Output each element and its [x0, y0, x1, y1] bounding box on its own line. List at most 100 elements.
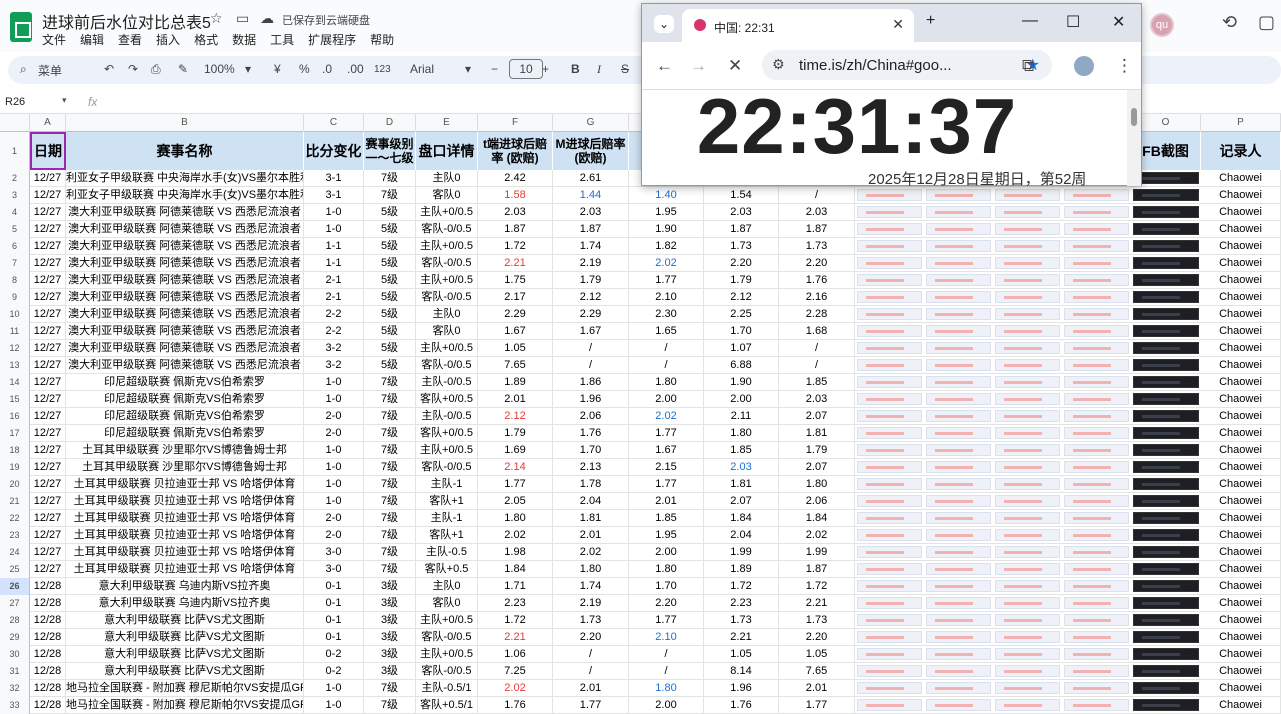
screenshot-thumbnail[interactable]: [857, 614, 922, 626]
cell-i[interactable]: 2.03: [704, 459, 779, 476]
url-field[interactable]: ⚙ time.is/zh/China#goo... ★: [762, 50, 1052, 80]
cell-g[interactable]: 1.86: [553, 374, 629, 391]
tab-time[interactable]: 中国: 22:31 ✕: [682, 9, 914, 42]
cell-date[interactable]: 12/27: [30, 442, 66, 459]
back-icon[interactable]: ←: [656, 56, 673, 76]
cell-level[interactable]: 5级: [364, 306, 416, 323]
cell-hc[interactable]: 客队-0/0.5: [416, 289, 478, 306]
cell-i[interactable]: 2.23: [704, 595, 779, 612]
cell-score[interactable]: 0-1: [304, 612, 364, 629]
cell-i[interactable]: 8.14: [704, 663, 779, 680]
cell-score[interactable]: 2-0: [304, 527, 364, 544]
cell-g[interactable]: 2.29: [553, 306, 629, 323]
cell-event[interactable]: 澳大利亚甲级联赛 阿德莱德联 VS 西悉尼流浪者: [66, 306, 304, 323]
cell-level[interactable]: 3级: [364, 629, 416, 646]
screenshot-thumbnail[interactable]: [857, 461, 922, 473]
cell-level[interactable]: 7级: [364, 493, 416, 510]
fb-screenshot-thumbnail[interactable]: [1133, 359, 1199, 371]
cell-hc[interactable]: 主队+0/0.5: [416, 442, 478, 459]
cell-h[interactable]: 2.00: [629, 391, 704, 408]
cell-recorder[interactable]: Chaowei: [1201, 578, 1281, 595]
cell-score[interactable]: 2-1: [304, 272, 364, 289]
column-header-B[interactable]: B: [66, 114, 304, 132]
screenshot-thumbnail[interactable]: [926, 223, 991, 235]
cell-event[interactable]: 意大利甲级联赛 比萨VS尤文图斯: [66, 612, 304, 629]
cell-j[interactable]: 2.06: [779, 493, 855, 510]
cell-hc[interactable]: 主队-0.5/1: [416, 680, 478, 697]
cell-f[interactable]: 1.67: [478, 323, 553, 340]
cell-event[interactable]: 土耳其甲级联赛 贝拉迪亚士邦 VS 哈塔伊体育: [66, 561, 304, 578]
cell-level[interactable]: 5级: [364, 357, 416, 374]
screenshot-thumbnail[interactable]: [857, 427, 922, 439]
cell-i[interactable]: 1.79: [704, 272, 779, 289]
row-number[interactable]: 26: [0, 578, 30, 595]
cell-event[interactable]: 土耳其甲级联赛 贝拉迪亚士邦 VS 哈塔伊体育: [66, 476, 304, 493]
screenshot-thumbnail[interactable]: [995, 359, 1060, 371]
menu-1[interactable]: 编辑: [80, 31, 104, 48]
row-number[interactable]: 25: [0, 561, 30, 578]
cell-recorder[interactable]: Chaowei: [1201, 459, 1281, 476]
bold-icon[interactable]: B: [571, 62, 580, 76]
cell-j[interactable]: /: [779, 357, 855, 374]
cell-date[interactable]: 12/28: [30, 578, 66, 595]
row-number[interactable]: 9: [0, 289, 30, 306]
cell-j[interactable]: 2.20: [779, 255, 855, 272]
cell-f[interactable]: 1.77: [478, 476, 553, 493]
cell-j[interactable]: 2.03: [779, 204, 855, 221]
cell-hc[interactable]: 主队+0/0.5: [416, 238, 478, 255]
cell-hc[interactable]: 主队-1: [416, 510, 478, 527]
cell-event[interactable]: 澳大利亚甲级联赛 阿德莱德联 VS 西悉尼流浪者: [66, 289, 304, 306]
cell-h[interactable]: 1.77: [629, 476, 704, 493]
font-select[interactable]: Arial: [410, 62, 434, 76]
screenshot-thumbnail[interactable]: [857, 189, 922, 201]
row-number[interactable]: 16: [0, 408, 30, 425]
row-number[interactable]: 23: [0, 527, 30, 544]
fb-screenshot-thumbnail[interactable]: [1133, 580, 1199, 592]
cell-score[interactable]: 1-0: [304, 391, 364, 408]
screenshot-thumbnail[interactable]: [1064, 291, 1129, 303]
cell-date[interactable]: 12/27: [30, 544, 66, 561]
cell-h[interactable]: 1.80: [629, 680, 704, 697]
currency-button[interactable]: ¥: [274, 62, 281, 76]
cell-h[interactable]: 2.00: [629, 544, 704, 561]
cell-score[interactable]: 1-1: [304, 238, 364, 255]
cell-f[interactable]: 1.06: [478, 646, 553, 663]
cell-level[interactable]: 5级: [364, 204, 416, 221]
cell-hc[interactable]: 客队0: [416, 595, 478, 612]
cell-score[interactable]: 3-0: [304, 561, 364, 578]
fb-screenshot-thumbnail[interactable]: [1133, 325, 1199, 337]
cell-f[interactable]: 2.17: [478, 289, 553, 306]
row-number[interactable]: 8: [0, 272, 30, 289]
screenshot-thumbnail[interactable]: [926, 257, 991, 269]
screenshot-thumbnail[interactable]: [857, 308, 922, 320]
cell-score[interactable]: 3-2: [304, 340, 364, 357]
fb-screenshot-thumbnail[interactable]: [1133, 308, 1199, 320]
cell-level[interactable]: 7级: [364, 510, 416, 527]
cell-g[interactable]: 1.80: [553, 561, 629, 578]
cell-level[interactable]: 7级: [364, 187, 416, 204]
cell-i[interactable]: 1.99: [704, 544, 779, 561]
cell-date[interactable]: 12/27: [30, 255, 66, 272]
cell-g[interactable]: 2.19: [553, 595, 629, 612]
cell-h[interactable]: 1.95: [629, 204, 704, 221]
cell-recorder[interactable]: Chaowei: [1201, 680, 1281, 697]
cell-g[interactable]: 2.12: [553, 289, 629, 306]
cell-i[interactable]: 1.72: [704, 578, 779, 595]
cell-event[interactable]: 利亚女子甲级联赛 中央海岸水手(女)VS墨尔本胜利: [66, 187, 304, 204]
cell-level[interactable]: 7级: [364, 527, 416, 544]
cell-j[interactable]: 2.07: [779, 459, 855, 476]
cell-event[interactable]: 印尼超级联赛 佩斯克VS伯希索罗: [66, 374, 304, 391]
cell-event[interactable]: 土耳其甲级联赛 贝拉迪亚士邦 VS 哈塔伊体育: [66, 493, 304, 510]
column-header-D[interactable]: D: [364, 114, 416, 132]
cell-date[interactable]: 12/27: [30, 204, 66, 221]
cell-hc[interactable]: 客队+1: [416, 493, 478, 510]
screenshot-thumbnail[interactable]: [1064, 512, 1129, 524]
cell-date[interactable]: 12/27: [30, 357, 66, 374]
screenshot-thumbnail[interactable]: [926, 342, 991, 354]
cell-j[interactable]: 2.03: [779, 391, 855, 408]
cell-h[interactable]: 1.67: [629, 442, 704, 459]
cell-hc[interactable]: 主队+0/0.5: [416, 612, 478, 629]
screenshot-thumbnail[interactable]: [857, 325, 922, 337]
screenshot-thumbnail[interactable]: [995, 563, 1060, 575]
cell-recorder[interactable]: Chaowei: [1201, 221, 1281, 238]
